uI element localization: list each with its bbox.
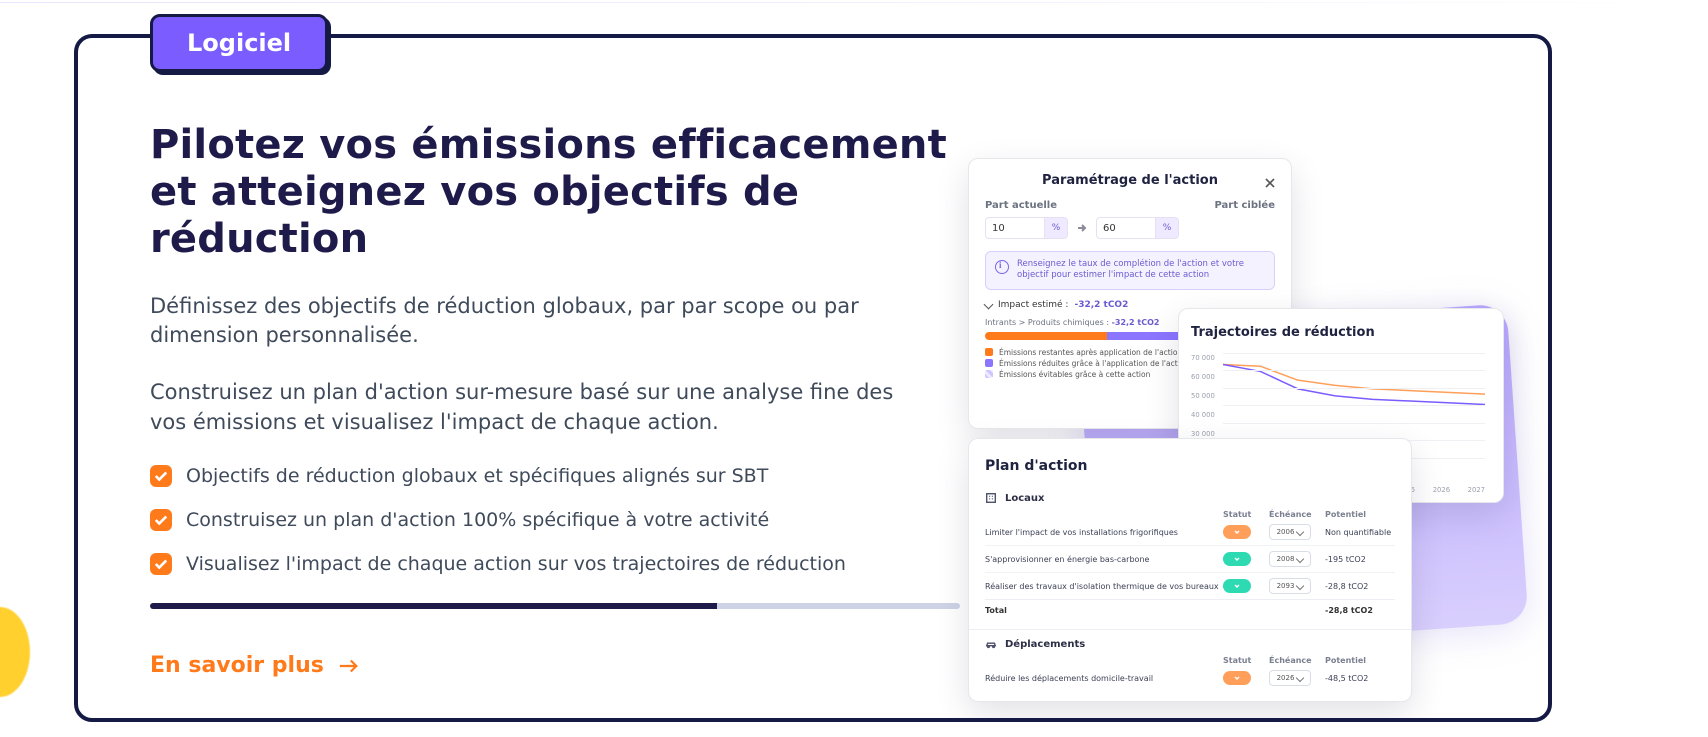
table-row: S'approvisionner en énergie bas-carbone 2…: [985, 545, 1395, 572]
impact-value: -32,2 tCO2: [1074, 300, 1128, 310]
check-text: Construisez un plan d'action 100% spécif…: [186, 509, 769, 531]
col-potential: Potentiel: [1325, 656, 1395, 665]
panel-title: Plan d'action: [985, 458, 1087, 474]
check-text: Objectifs de réduction globaux et spécif…: [186, 465, 768, 487]
year-select[interactable]: 2093: [1269, 578, 1311, 594]
status-pill[interactable]: [1223, 552, 1251, 566]
value-target: 60: [1096, 217, 1156, 239]
check-item: Construisez un plan d'action 100% spécif…: [150, 509, 960, 531]
col-due: Échéance: [1269, 656, 1325, 665]
col-potential: Potentiel: [1325, 510, 1395, 519]
status-pill[interactable]: [1223, 671, 1251, 685]
headline: Pilotez vos émissions efficacement et at…: [150, 122, 960, 264]
product-mock: Paramétrage de l'action Part actuelle Pa…: [968, 158, 1478, 698]
text-content: Pilotez vos émissions efficacement et at…: [150, 122, 960, 678]
status-pill[interactable]: [1223, 579, 1251, 593]
panel-title: Paramétrage de l'action: [1042, 173, 1218, 188]
input-part-actuelle[interactable]: 10 %: [985, 217, 1068, 239]
total-value: -28,8 tCO2: [1325, 606, 1395, 615]
year-select[interactable]: 2008: [1269, 551, 1311, 567]
total-label: Total: [985, 606, 1223, 615]
checklist: Objectifs de réduction globaux et spécif…: [150, 465, 960, 575]
check-item: Objectifs de réduction globaux et spécif…: [150, 465, 960, 487]
row-label: S'approvisionner en énergie bas-carbone: [985, 555, 1223, 564]
table-row: Réaliser des travaux d'isolation thermiq…: [985, 572, 1395, 599]
col-due: Échéance: [1269, 510, 1325, 519]
row-potential: -195 tCO2: [1325, 555, 1395, 564]
check-item: Visualisez l'impact de chaque action sur…: [150, 553, 960, 575]
car-icon: [985, 638, 997, 650]
row-potential: -48,5 tCO2: [1325, 674, 1395, 683]
paragraph-2: Construisez un plan d'action sur-mesure …: [150, 378, 910, 437]
legend-item: Émissions restantes après application de…: [999, 348, 1182, 357]
label-part-actuelle: Part actuelle: [985, 200, 1057, 211]
label-part-ciblee: Part ciblée: [1214, 200, 1275, 211]
chevron-down-icon: [984, 300, 994, 310]
col-status: Statut: [1223, 656, 1269, 665]
arrow-right-icon: [338, 657, 360, 675]
year-select[interactable]: 2006: [1269, 524, 1311, 540]
pct-suffix: %: [1156, 217, 1179, 239]
check-text: Visualisez l'impact de chaque action sur…: [186, 553, 846, 575]
crumb-path: Intrants > Produits chimiques :: [985, 318, 1109, 327]
input-part-ciblee[interactable]: 60 %: [1096, 217, 1179, 239]
top-hairline: [0, 2, 1708, 3]
table-row: Réduire les déplacements domicile-travai…: [985, 665, 1395, 691]
value-current: 10: [985, 217, 1045, 239]
check-icon: [150, 553, 172, 575]
close-icon[interactable]: [1265, 173, 1275, 192]
group-title: Déplacements: [1005, 639, 1085, 650]
legend-item: Émissions évitables grâce à cette action: [999, 370, 1150, 379]
learn-more-text: En savoir plus: [150, 653, 324, 678]
building-icon: [985, 492, 997, 504]
col-status: Statut: [1223, 510, 1269, 519]
info-icon: [995, 260, 1009, 274]
row-label: Limiter l'impact de vos installations fr…: [985, 528, 1223, 537]
check-icon: [150, 465, 172, 487]
row-label: Réduire les déplacements domicile-travai…: [985, 674, 1223, 683]
panel-title: Trajectoires de réduction: [1191, 325, 1375, 340]
decorative-blob-yellow: [0, 607, 30, 697]
info-banner: Renseignez le taux de complétion de l'ac…: [985, 251, 1275, 290]
table-row: Limiter l'impact de vos installations fr…: [985, 519, 1395, 545]
info-text: Renseignez le taux de complétion de l'ac…: [1017, 259, 1265, 282]
year-select[interactable]: 2026: [1269, 670, 1311, 686]
check-icon: [150, 509, 172, 531]
paragraph-1: Définissez des objectifs de réduction gl…: [150, 292, 910, 351]
status-pill[interactable]: [1223, 525, 1251, 539]
pct-suffix: %: [1045, 217, 1068, 239]
row-potential: Non quantifiable: [1325, 528, 1395, 537]
learn-more-link[interactable]: En savoir plus: [150, 653, 360, 678]
row-potential: -28,8 tCO2: [1325, 582, 1395, 591]
crumb-value: -32,2 tCO2: [1112, 318, 1160, 327]
group-title: Locaux: [1005, 493, 1045, 504]
panel-plan-action: Plan d'action Locaux Statut Échéance Pot…: [968, 438, 1412, 702]
legend-item: Émissions réduites grâce à l'application…: [999, 359, 1189, 368]
category-tag: Logiciel: [150, 14, 328, 72]
row-label: Réaliser des travaux d'isolation thermiq…: [985, 582, 1223, 591]
progress-rule: [150, 603, 960, 609]
impact-label: Impact estimé :: [998, 300, 1068, 310]
feature-card: Pilotez vos émissions efficacement et at…: [74, 34, 1552, 722]
arrow-right-icon: [1076, 222, 1088, 234]
